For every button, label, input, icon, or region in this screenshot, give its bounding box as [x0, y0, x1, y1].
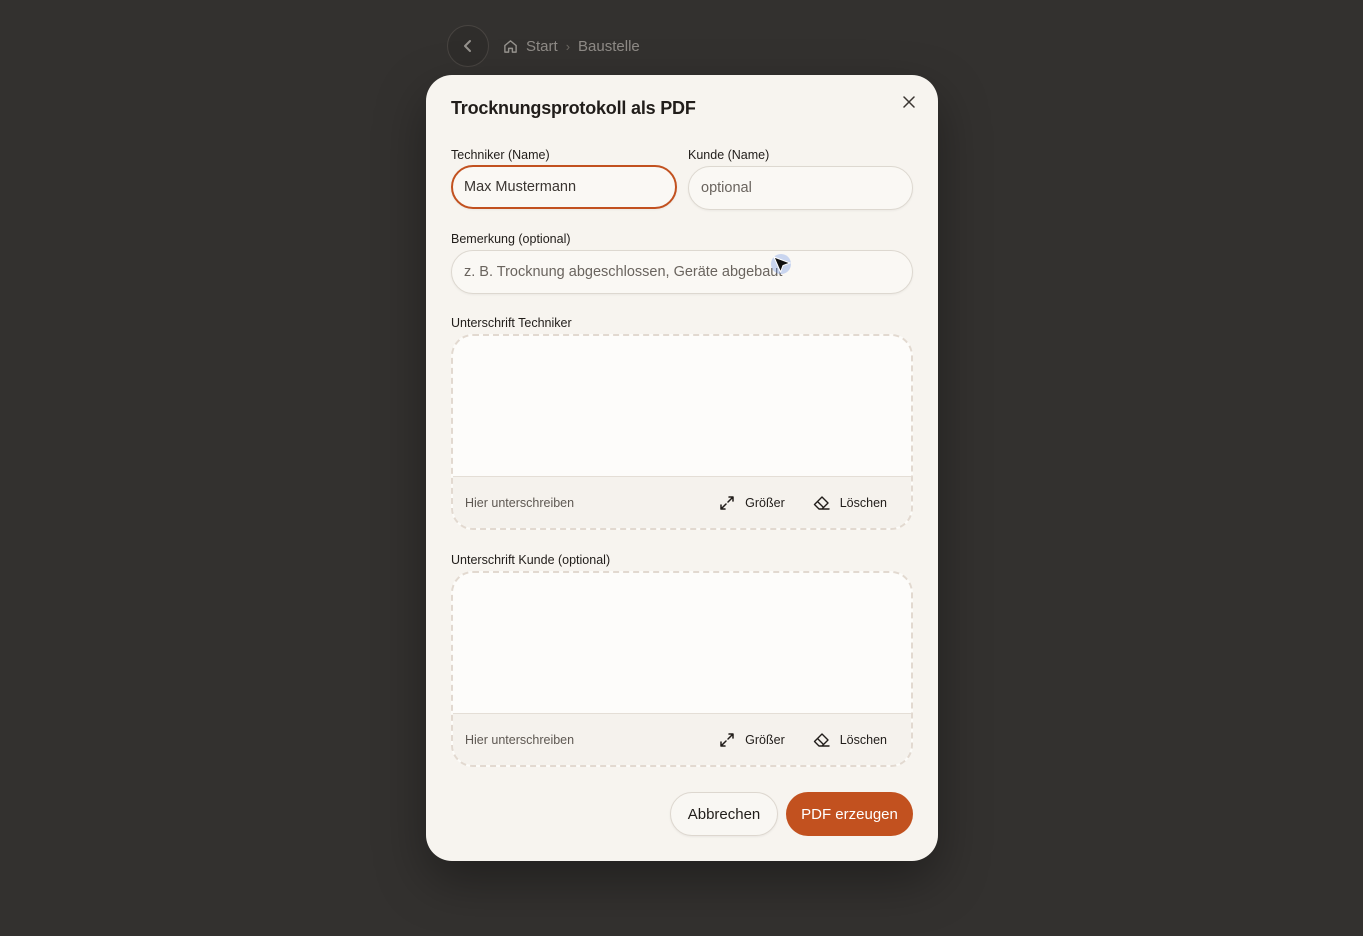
cancel-button[interactable]: Abbrechen [670, 792, 778, 836]
background-nav: Start › Baustelle [447, 24, 640, 68]
techniker-input[interactable] [451, 165, 677, 209]
techniker-label: Techniker (Name) [451, 148, 550, 162]
enlarge-label: Größer [745, 732, 785, 747]
mouse-cursor-icon [771, 254, 792, 274]
clear-label: Löschen [839, 495, 887, 510]
dialog-title: Trocknungsprotokoll als PDF [451, 98, 696, 118]
back-button[interactable] [447, 25, 489, 67]
signature-techniker-canvas[interactable] [453, 336, 911, 476]
expand-icon [720, 495, 734, 510]
enlarge-button[interactable]: Größer [719, 732, 785, 748]
kunde-label: Kunde (Name) [688, 148, 770, 162]
breadcrumb: Start › Baustelle [503, 38, 640, 55]
generate-pdf-button[interactable]: PDF erzeugen [786, 792, 913, 836]
signature-techniker-pad: Hier unterschreiben Größer Löschen [451, 334, 913, 530]
signature-hint: Hier unterschreiben [465, 732, 575, 747]
chevron-left-icon [464, 40, 471, 52]
breadcrumb-separator: › [565, 38, 571, 54]
signature-kunde-label: Unterschrift Kunde (optional) [451, 553, 611, 567]
bemerkung-label: Bemerkung (optional) [451, 232, 571, 246]
signature-techniker-footer: Hier unterschreiben Größer Löschen [453, 476, 911, 528]
signature-techniker-label: Unterschrift Techniker [451, 316, 572, 330]
signature-kunde-footer: Hier unterschreiben Größer Löschen [453, 713, 911, 765]
bemerkung-input[interactable] [451, 250, 913, 294]
pdf-dialog: Trocknungsprotokoll als PDF Techniker (N… [426, 75, 938, 861]
signature-hint: Hier unterschreiben [465, 495, 575, 510]
eraser-icon [813, 732, 830, 747]
clear-button[interactable]: Löschen [813, 732, 887, 748]
expand-icon [720, 732, 734, 747]
enlarge-button[interactable]: Größer [719, 495, 785, 511]
close-icon [903, 96, 915, 108]
kunde-input[interactable] [688, 166, 913, 210]
enlarge-label: Größer [745, 495, 785, 510]
clear-button[interactable]: Löschen [813, 495, 887, 511]
breadcrumb-baustelle[interactable]: Baustelle [578, 38, 640, 55]
breadcrumb-start[interactable]: Start [526, 38, 558, 55]
signature-kunde-pad: Hier unterschreiben Größer Löschen [451, 571, 913, 767]
eraser-icon [813, 495, 830, 510]
home-icon [504, 39, 517, 53]
close-button[interactable] [898, 91, 920, 113]
signature-kunde-canvas[interactable] [453, 573, 911, 713]
clear-label: Löschen [839, 732, 887, 747]
